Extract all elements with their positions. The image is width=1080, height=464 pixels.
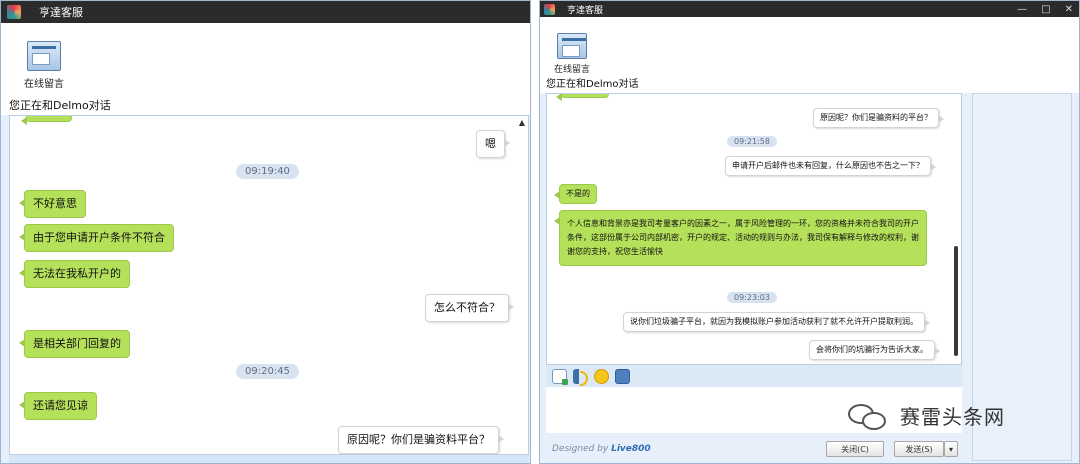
scrollbar-thumb[interactable] bbox=[954, 246, 958, 356]
message-timestamp: 09:19:40 bbox=[236, 164, 299, 179]
screenshot-icon[interactable] bbox=[615, 368, 630, 384]
app-logo-icon bbox=[544, 3, 555, 15]
user-message-bubble: 原因呢？你们是骗资料的平台？ bbox=[813, 108, 944, 128]
maximize-icon[interactable]: □ bbox=[1041, 4, 1050, 15]
right-titlebar[interactable]: 亨達客服 — □ ✕ bbox=[540, 1, 1079, 17]
left-window-title: 亨達客服 bbox=[39, 6, 83, 19]
file-icon[interactable] bbox=[552, 368, 568, 385]
agent-message-bubble: 个人信息和背景亦是我司考量客户的因素之一，属于风险管理的一环，您的资格并未符合我… bbox=[554, 210, 927, 266]
wechat-watermark: 赛雷头条网 bbox=[848, 398, 1005, 432]
leave-message-icon bbox=[557, 33, 587, 59]
send-options-dropdown[interactable]: ▾ bbox=[944, 441, 958, 457]
agent-message-bubble: 由于您申请开户条件不符合 bbox=[19, 224, 174, 252]
leave-message-button[interactable]: 在线留言 bbox=[550, 33, 594, 75]
user-message-bubble: 原因呢？你们是骗资料平台？ bbox=[338, 426, 504, 454]
message-timestamp: 09:23:03 bbox=[727, 292, 777, 303]
screen: 亨達客服 在线留言 您正在和Delmo对话 ▲ 嗯 09:19:40 不好意思 … bbox=[0, 0, 1080, 464]
agent-message-bubble: 不好意思 bbox=[19, 190, 86, 218]
input-toolbar bbox=[546, 365, 962, 387]
right-chat-log[interactable]: 原因呢？你们是骗资料的平台？ 09:21:58 申请开户后邮件也未有回复，什么原… bbox=[546, 93, 962, 365]
left-toolbar bbox=[9, 455, 529, 463]
leave-message-icon bbox=[27, 41, 61, 71]
right-window-title: 亨達客服 bbox=[567, 5, 604, 16]
user-message-bubble: 会将你们的坑骗行为告诉大家。 bbox=[809, 340, 940, 360]
scroll-up-icon[interactable]: ▲ bbox=[519, 118, 525, 127]
agent-message-bubble: 不是的 bbox=[554, 184, 597, 204]
user-message-bubble: 说你们垃圾骗子平台，就因为我模拟账户参加活动获利了就不允许开户提取利润。 bbox=[623, 312, 930, 332]
app-logo-icon bbox=[7, 5, 21, 19]
close-icon[interactable]: ✕ bbox=[1065, 4, 1073, 15]
left-chat-window: 亨達客服 在线留言 您正在和Delmo对话 ▲ 嗯 09:19:40 不好意思 … bbox=[0, 0, 531, 464]
conversation-status: 您正在和Delmo对话 bbox=[9, 99, 111, 112]
message-timestamp: 09:20:45 bbox=[236, 364, 299, 379]
right-chat-window: 亨達客服 — □ ✕ 在线留言 您正在和Delmo对话 原因呢？你们是骗资料的平… bbox=[539, 0, 1080, 464]
emoji-icon[interactable] bbox=[594, 368, 609, 384]
sound-icon[interactable] bbox=[573, 368, 588, 386]
right-header: 在线留言 您正在和Delmo对话 bbox=[540, 17, 1079, 93]
message-timestamp: 09:21:58 bbox=[727, 136, 777, 147]
agent-message-bubble: 还请您见谅 bbox=[19, 392, 97, 420]
left-titlebar[interactable]: 亨達客服 bbox=[1, 1, 530, 23]
send-button[interactable]: 发送(S) bbox=[894, 441, 944, 457]
user-message-bubble: 怎么不符合？ bbox=[425, 294, 514, 322]
agent-message-bubble: 无法在我私开户的 bbox=[19, 260, 130, 288]
conversation-status: 您正在和Delmo对话 bbox=[546, 79, 639, 90]
leave-message-button[interactable]: 在线留言 bbox=[19, 41, 69, 90]
minimize-icon[interactable]: — bbox=[1017, 4, 1027, 15]
live800-brand: Live800 bbox=[611, 444, 651, 454]
right-footer: Designed by Live800 关闭(C) 发送(S) ▾ bbox=[546, 437, 962, 461]
wechat-icon bbox=[848, 398, 892, 432]
leave-message-label: 在线留言 bbox=[24, 79, 64, 90]
left-chat-log[interactable]: ▲ 嗯 09:19:40 不好意思 由于您申请开户条件不符合 无法在我私开户的 … bbox=[9, 115, 529, 455]
left-header: 在线留言 您正在和Delmo对话 bbox=[1, 23, 530, 115]
leave-message-label: 在线留言 bbox=[553, 65, 590, 75]
agent-message-bubble: 是相关部门回复的 bbox=[19, 330, 130, 358]
user-message-bubble: 嗯 bbox=[476, 130, 510, 158]
agent-message-bubble bbox=[556, 94, 609, 101]
watermark-label: 赛雷头条网 bbox=[900, 404, 1005, 429]
designed-by-prefix: Designed by bbox=[552, 444, 609, 454]
chat-scrollbar[interactable] bbox=[952, 96, 960, 362]
window-controls: — □ ✕ bbox=[1017, 1, 1073, 17]
designed-by-text: Designed by Live800 bbox=[552, 444, 651, 454]
user-message-bubble: 申请开户后邮件也未有回复，什么原因也不告之一下？ bbox=[725, 156, 936, 176]
agent-message-bubble bbox=[21, 116, 72, 125]
close-chat-button[interactable]: 关闭(C) bbox=[826, 441, 884, 457]
